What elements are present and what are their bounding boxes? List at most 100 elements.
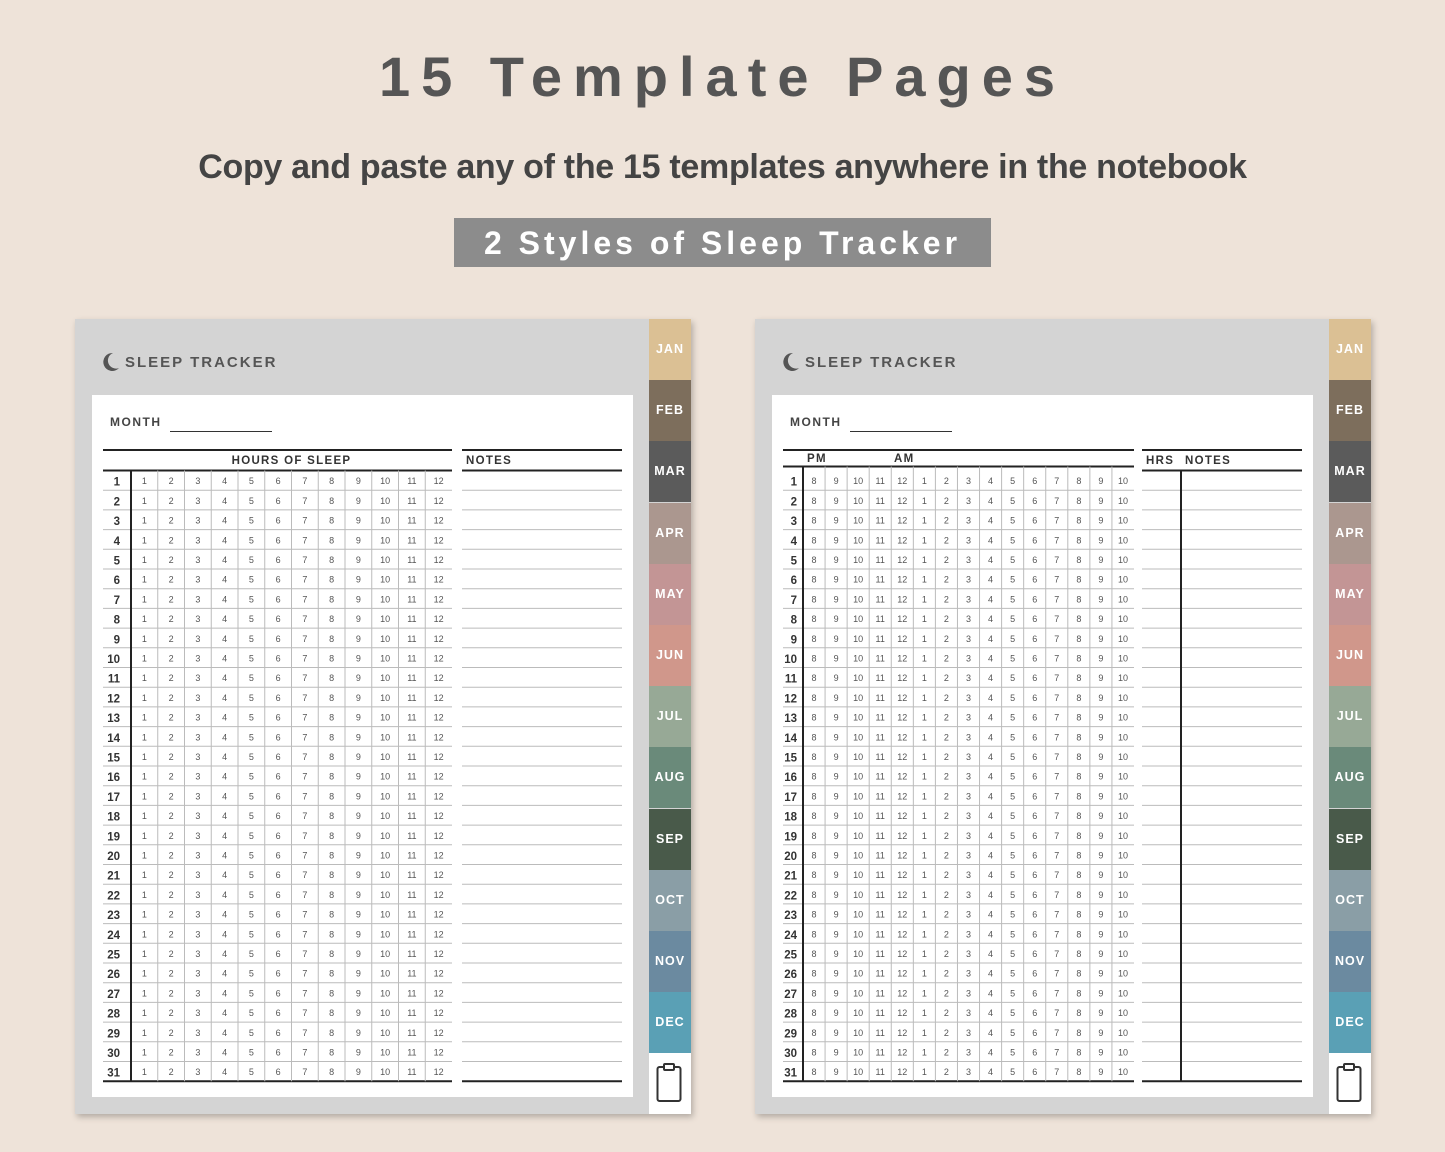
hour-cell: 11 — [407, 831, 416, 841]
month-tab-apr[interactable]: APR — [649, 502, 691, 564]
hour-cell: 2 — [169, 851, 174, 861]
tracker-title: SLEEP TRACKER — [125, 354, 278, 371]
hour-cell: 5 — [1010, 516, 1015, 526]
hour-cell: 12 — [897, 752, 907, 762]
hour-cell: 6 — [276, 516, 281, 526]
month-tab-jan[interactable]: JAN — [649, 319, 691, 380]
hour-cell: 8 — [329, 555, 334, 565]
hour-cell: 11 — [876, 949, 885, 959]
hour-cell: 3 — [195, 634, 200, 644]
hour-cell: 9 — [356, 772, 361, 782]
hour-cell: 3 — [195, 1008, 200, 1018]
month-tab-nov[interactable]: NOV — [649, 931, 691, 992]
hour-cell: 5 — [249, 969, 254, 979]
hour-cell: 6 — [276, 988, 281, 998]
month-tab-jan[interactable]: JAN — [1329, 319, 1371, 380]
day-label: 30 — [107, 1048, 120, 1060]
hour-cell: 9 — [1098, 476, 1103, 486]
hour-cell: 12 — [897, 851, 907, 861]
month-tab-feb[interactable]: FEB — [649, 380, 691, 442]
hour-cell: 5 — [1010, 713, 1015, 723]
month-tab-jul[interactable]: JUL — [1329, 686, 1371, 748]
hour-cell: 9 — [356, 535, 361, 545]
hour-cell: 8 — [812, 929, 817, 939]
hour-cell: 8 — [812, 870, 817, 880]
hour-cell: 11 — [876, 851, 885, 861]
hour-cell: 11 — [407, 969, 416, 979]
month-tab-jun[interactable]: JUN — [649, 625, 691, 686]
hour-cell: 7 — [1054, 713, 1059, 723]
hour-cell: 12 — [434, 949, 444, 959]
hour-cell: 6 — [1032, 949, 1037, 959]
hour-cell: 2 — [944, 535, 949, 545]
hour-cell: 1 — [142, 910, 147, 920]
month-tab-aug[interactable]: AUG — [1329, 747, 1371, 809]
hour-cell: 2 — [944, 870, 949, 880]
hour-cell: 9 — [834, 890, 839, 900]
hour-cell: 2 — [169, 673, 174, 683]
hour-cell: 1 — [142, 988, 147, 998]
hour-cell: 7 — [302, 1028, 307, 1038]
month-tab-dec[interactable]: DEC — [649, 992, 691, 1054]
month-tab-nov[interactable]: NOV — [1329, 931, 1371, 992]
hour-cell: 4 — [988, 969, 993, 979]
day-label: 7 — [114, 595, 120, 607]
day-label: 7 — [791, 595, 797, 607]
hour-cell: 4 — [988, 851, 993, 861]
hour-cell: 1 — [922, 1067, 927, 1077]
hour-cell: 8 — [1076, 693, 1081, 703]
hour-cell: 6 — [1032, 693, 1037, 703]
hour-cell: 4 — [222, 969, 227, 979]
hour-cell: 5 — [1010, 594, 1015, 604]
templates-tab[interactable] — [1329, 1053, 1371, 1114]
hour-cell: 3 — [195, 594, 200, 604]
month-tab-jul[interactable]: JUL — [649, 686, 691, 748]
hour-cell: 6 — [276, 1067, 281, 1077]
templates-tab[interactable] — [649, 1053, 691, 1114]
hour-cell: 9 — [356, 1028, 361, 1038]
day-label: 1 — [791, 477, 798, 489]
hour-cell: 9 — [1098, 575, 1103, 585]
hour-cell: 9 — [1098, 1008, 1103, 1018]
hour-cell: 4 — [222, 713, 227, 723]
day-label: 18 — [784, 812, 797, 824]
hour-cell: 9 — [356, 496, 361, 506]
month-tab-oct[interactable]: OCT — [1329, 869, 1371, 931]
hour-cell: 10 — [853, 555, 863, 565]
sleep-grid: PM AM HRS NOTES1 8 9 10 11 12 1 2 3 4 5 6 7 8 9 102 8 9 10 11 1… — [783, 449, 1302, 1083]
hour-cell: 2 — [169, 811, 174, 821]
day-label: 5 — [791, 556, 798, 568]
hour-cell: 12 — [897, 811, 907, 821]
hour-cell: 9 — [834, 949, 839, 959]
month-tab-sep[interactable]: SEP — [1329, 808, 1371, 870]
month-tab-feb[interactable]: FEB — [1329, 380, 1371, 442]
month-tab-may[interactable]: MAY — [1329, 563, 1371, 625]
hour-cell: 4 — [988, 575, 993, 585]
hour-cell: 9 — [834, 535, 839, 545]
hour-cell: 7 — [302, 516, 307, 526]
hour-cell: 7 — [302, 614, 307, 624]
hour-cell: 9 — [356, 752, 361, 762]
hour-cell: 8 — [812, 496, 817, 506]
month-tab-mar[interactable]: MAR — [649, 441, 691, 503]
hour-cell: 7 — [1054, 949, 1059, 959]
month-tab-jun[interactable]: JUN — [1329, 625, 1371, 686]
month-tab-dec[interactable]: DEC — [1329, 992, 1371, 1054]
month-tab-oct[interactable]: OCT — [649, 869, 691, 931]
hour-cell: 5 — [249, 752, 254, 762]
hour-cell: 5 — [249, 634, 254, 644]
month-tab-mar[interactable]: MAR — [1329, 441, 1371, 503]
month-tab-may[interactable]: MAY — [649, 563, 691, 625]
hour-cell: 5 — [1010, 673, 1015, 683]
hour-cell: 10 — [380, 732, 390, 742]
month-tab-sep[interactable]: SEP — [649, 808, 691, 870]
hour-cell: 7 — [1054, 929, 1059, 939]
hour-cell: 2 — [944, 910, 949, 920]
hour-cell: 4 — [222, 654, 227, 664]
hour-cell: 3 — [966, 634, 971, 644]
hour-cell: 1 — [922, 693, 927, 703]
month-tab-apr[interactable]: APR — [1329, 502, 1371, 564]
month-tab-aug[interactable]: AUG — [649, 747, 691, 809]
page-title: 15 Template Pages — [378, 45, 1067, 108]
hour-cell: 1 — [142, 890, 147, 900]
